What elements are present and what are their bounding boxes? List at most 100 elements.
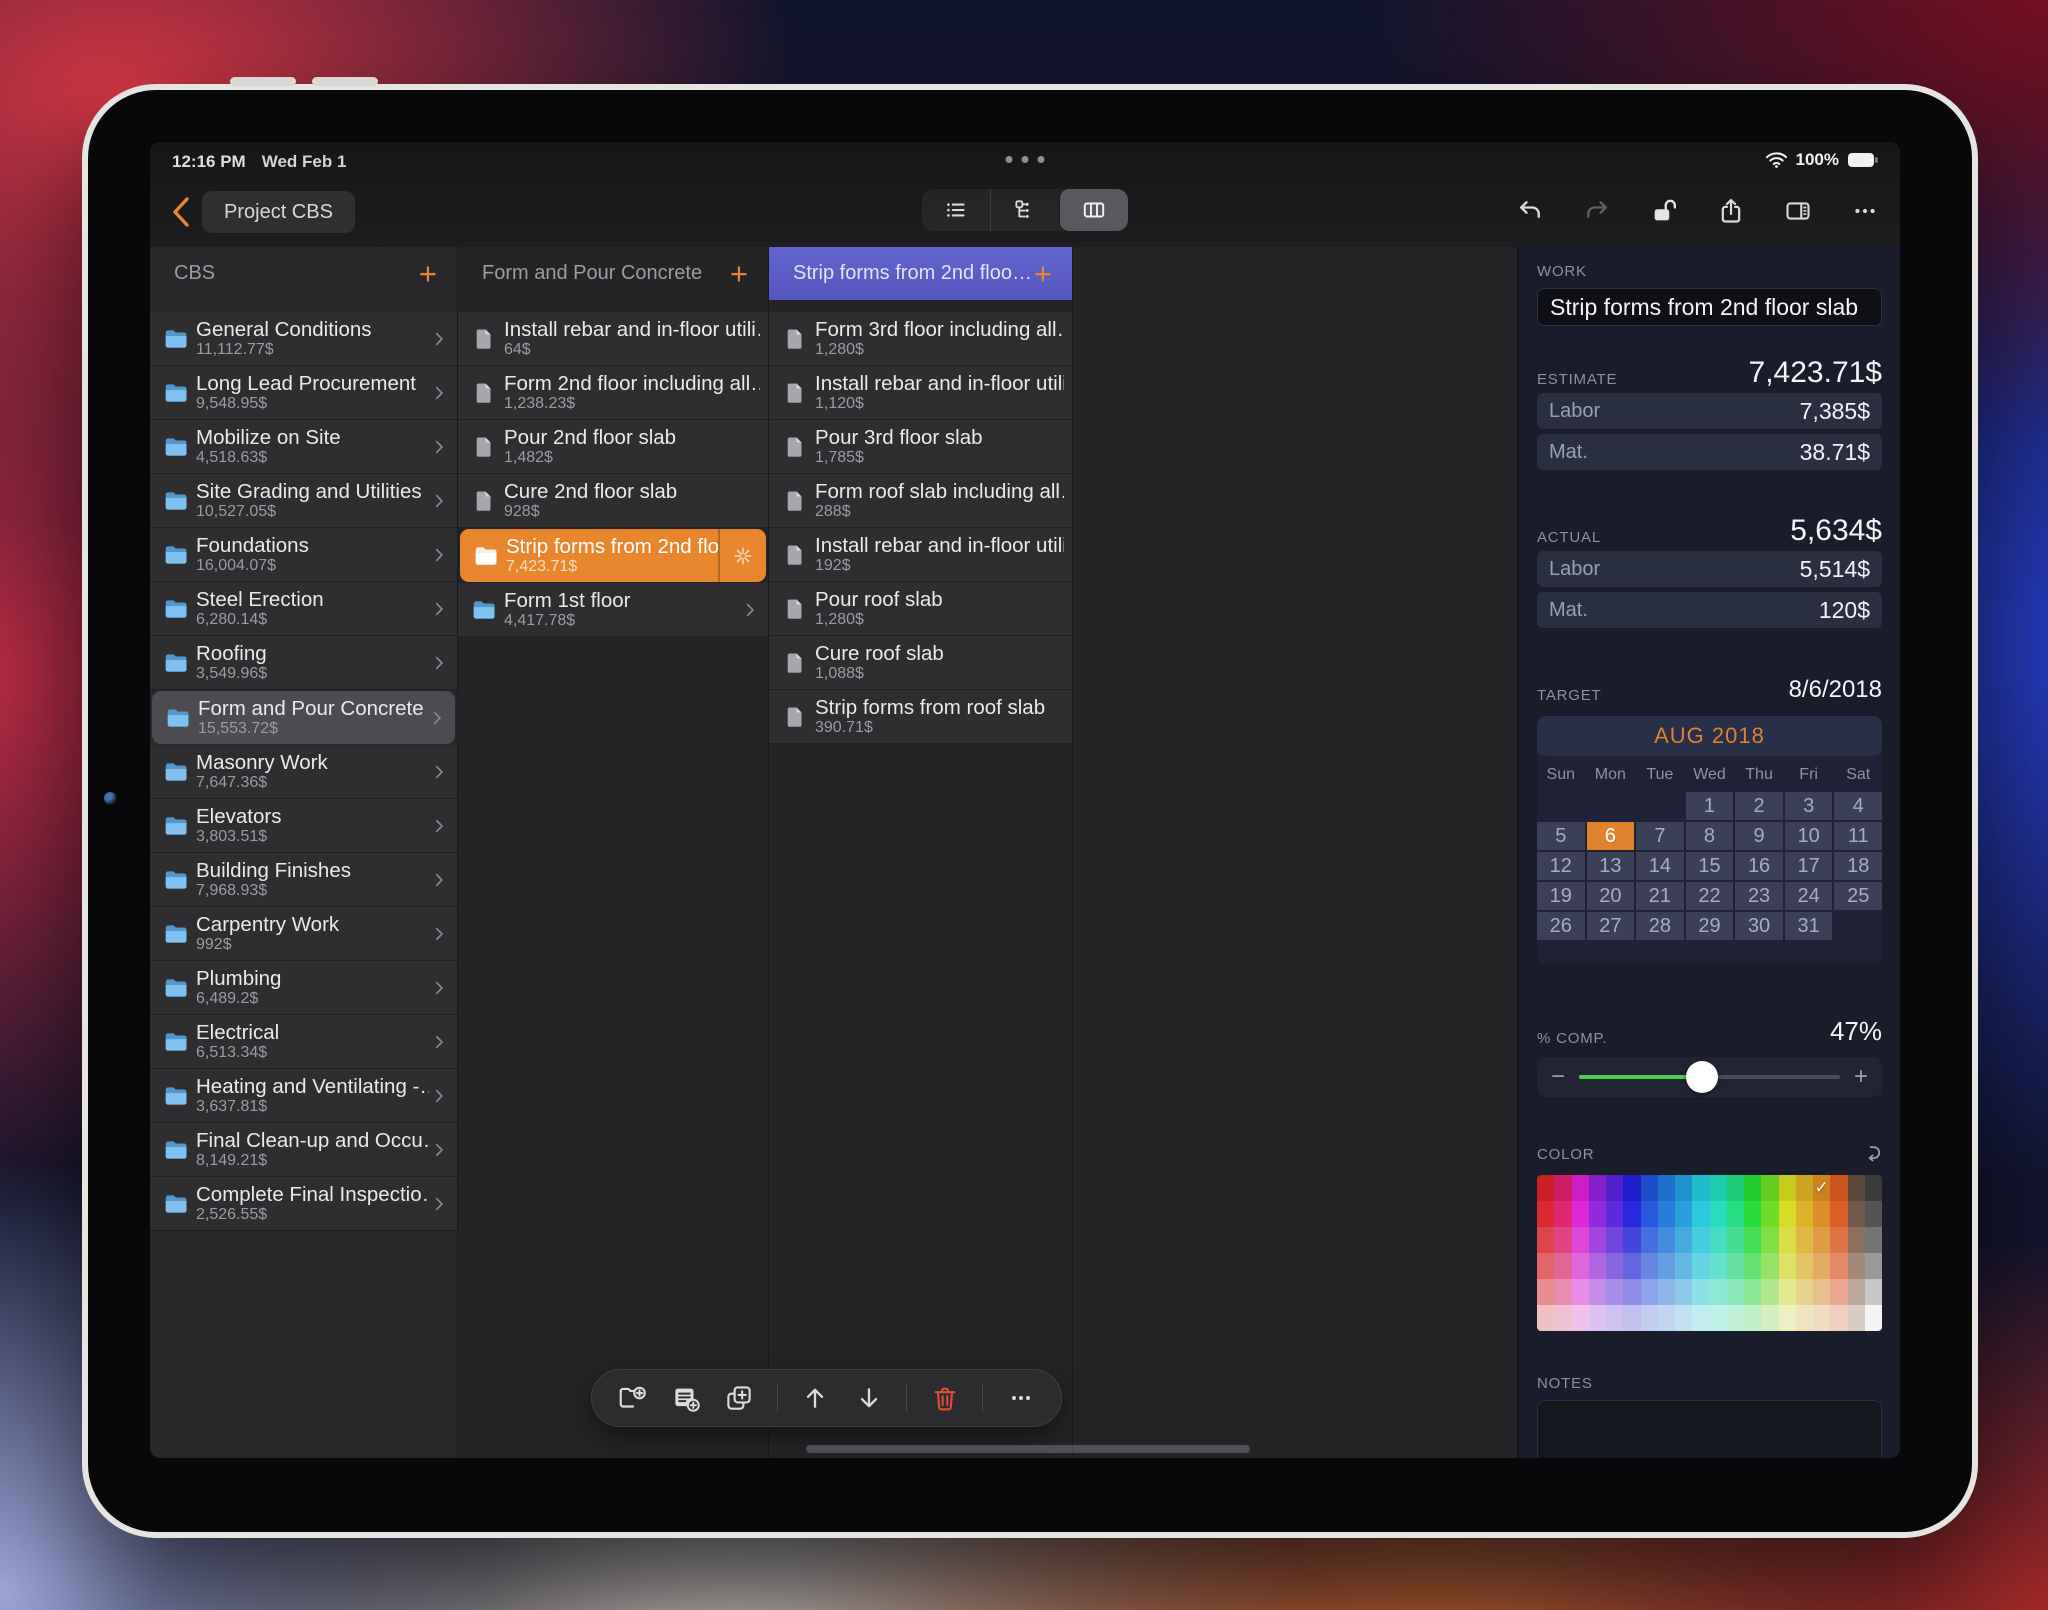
calendar-day[interactable]: 10 [1785,822,1833,850]
palette-color-swatch[interactable] [1589,1305,1606,1331]
palette-color-swatch[interactable] [1848,1305,1865,1331]
palette-color-swatch[interactable] [1589,1175,1606,1201]
palette-color-swatch[interactable] [1572,1305,1589,1331]
palette-color-swatch[interactable] [1589,1279,1606,1305]
palette-color-swatch[interactable] [1710,1253,1727,1279]
list-item[interactable]: Plumbing6,489.2$ [150,961,457,1015]
calendar-day[interactable]: 25 [1834,882,1882,910]
palette-color-swatch[interactable] [1830,1279,1847,1305]
list-item[interactable]: Site Grading and Utilities10,527.05$ [150,474,457,528]
palette-color-swatch[interactable] [1658,1279,1675,1305]
palette-color-swatch[interactable] [1554,1253,1571,1279]
palette-color-swatch[interactable] [1727,1175,1744,1201]
palette-color-swatch[interactable] [1761,1253,1778,1279]
calendar-day[interactable]: 21 [1636,882,1684,910]
list-item[interactable]: Building Finishes7,968.93$ [150,853,457,907]
palette-color-swatch[interactable] [1675,1253,1692,1279]
palette-color-swatch[interactable] [1813,1227,1830,1253]
calendar-day[interactable]: 14 [1636,852,1684,880]
calendar-day[interactable]: 13 [1587,852,1635,880]
palette-color-swatch[interactable] [1692,1253,1709,1279]
list-item[interactable]: General Conditions11,112.77$ [150,312,457,366]
palette-color-swatch[interactable] [1658,1227,1675,1253]
palette-color-swatch[interactable] [1572,1227,1589,1253]
palette-color-swatch[interactable] [1675,1279,1692,1305]
calendar-day[interactable]: 4 [1834,792,1882,820]
list-item[interactable]: Masonry Work7,647.36$ [150,745,457,799]
calendar-day[interactable]: 16 [1735,852,1783,880]
list-item[interactable]: Foundations16,004.07$ [150,528,457,582]
more-icon[interactable] [1850,196,1880,226]
palette-color-swatch[interactable] [1830,1305,1847,1331]
palette-color-swatch[interactable] [1830,1227,1847,1253]
palette-color-swatch[interactable] [1606,1175,1623,1201]
palette-color-swatch[interactable] [1744,1305,1761,1331]
palette-color-swatch[interactable] [1761,1201,1778,1227]
decrement-button[interactable]: − [1551,1065,1565,1089]
palette-color-swatch[interactable] [1779,1175,1796,1201]
calendar-day[interactable]: 1 [1686,792,1734,820]
palette-color-swatch[interactable] [1744,1201,1761,1227]
add-item-button[interactable]: + [419,260,437,288]
palette-color-swatch[interactable] [1813,1253,1830,1279]
list-item[interactable]: Pour roof slab1,280$ [769,582,1072,636]
calendar-day[interactable]: 9 [1735,822,1783,850]
calendar-day[interactable]: 19 [1537,882,1585,910]
palette-color-swatch[interactable] [1779,1305,1796,1331]
palette-color-swatch[interactable] [1554,1227,1571,1253]
move-up-icon[interactable] [799,1382,831,1414]
palette-color-swatch[interactable] [1727,1227,1744,1253]
palette-color-swatch[interactable] [1796,1175,1813,1201]
back-button[interactable] [164,190,198,234]
palette-color-swatch[interactable] [1641,1227,1658,1253]
notes-textarea[interactable] [1537,1400,1882,1458]
calendar-day[interactable]: 27 [1587,912,1635,940]
calendar-day[interactable]: 31 [1785,912,1833,940]
palette-color-swatch[interactable] [1606,1201,1623,1227]
list-item[interactable]: Pour 3rd floor slab1,785$ [769,420,1072,474]
redo-icon[interactable] [1582,196,1612,226]
calendar-day[interactable]: 24 [1785,882,1833,910]
palette-color-swatch[interactable] [1710,1201,1727,1227]
work-name-input[interactable] [1537,288,1882,326]
palette-color-swatch[interactable] [1641,1305,1658,1331]
palette-color-swatch[interactable] [1675,1227,1692,1253]
palette-color-swatch[interactable] [1554,1279,1571,1305]
delete-icon[interactable] [929,1382,961,1414]
palette-color-swatch[interactable] [1606,1227,1623,1253]
list-item[interactable]: Install rebar and in-floor utili…192$ [769,528,1072,582]
palette-color-swatch[interactable] [1606,1305,1623,1331]
palette-color-swatch[interactable] [1865,1279,1882,1305]
palette-color-swatch[interactable] [1796,1201,1813,1227]
palette-color-swatch[interactable] [1606,1279,1623,1305]
actual-material-row[interactable]: Mat. 120$ [1537,592,1882,628]
palette-color-swatch[interactable] [1813,1201,1830,1227]
palette-color-swatch[interactable] [1796,1279,1813,1305]
more-dots-icon[interactable] [1006,156,1045,163]
calendar-day[interactable]: 20 [1587,882,1635,910]
palette-color-swatch[interactable] [1554,1175,1571,1201]
palette-color-swatch[interactable] [1779,1201,1796,1227]
palette-color-swatch[interactable] [1744,1175,1761,1201]
palette-color-swatch[interactable] [1572,1253,1589,1279]
palette-color-swatch[interactable] [1744,1253,1761,1279]
calendar-day[interactable]: 28 [1636,912,1684,940]
palette-color-swatch[interactable] [1641,1201,1658,1227]
palette-color-swatch[interactable] [1641,1175,1658,1201]
calendar-day[interactable]: 6 [1587,822,1635,850]
palette-color-swatch[interactable]: ✓ [1813,1175,1830,1201]
columns-view-tab[interactable] [1060,189,1128,231]
estimate-labor-row[interactable]: Labor 7,385$ [1537,393,1882,429]
palette-color-swatch[interactable] [1744,1227,1761,1253]
calendar-day[interactable]: 26 [1537,912,1585,940]
palette-color-swatch[interactable] [1761,1279,1778,1305]
palette-color-swatch[interactable] [1589,1227,1606,1253]
list-item[interactable]: Elevators3,803.51$ [150,799,457,853]
palette-color-swatch[interactable] [1865,1201,1882,1227]
palette-color-swatch[interactable] [1658,1175,1675,1201]
palette-color-swatch[interactable] [1537,1305,1554,1331]
palette-color-swatch[interactable] [1727,1305,1744,1331]
palette-color-swatch[interactable] [1537,1175,1554,1201]
palette-color-swatch[interactable] [1761,1305,1778,1331]
move-down-icon[interactable] [853,1382,885,1414]
